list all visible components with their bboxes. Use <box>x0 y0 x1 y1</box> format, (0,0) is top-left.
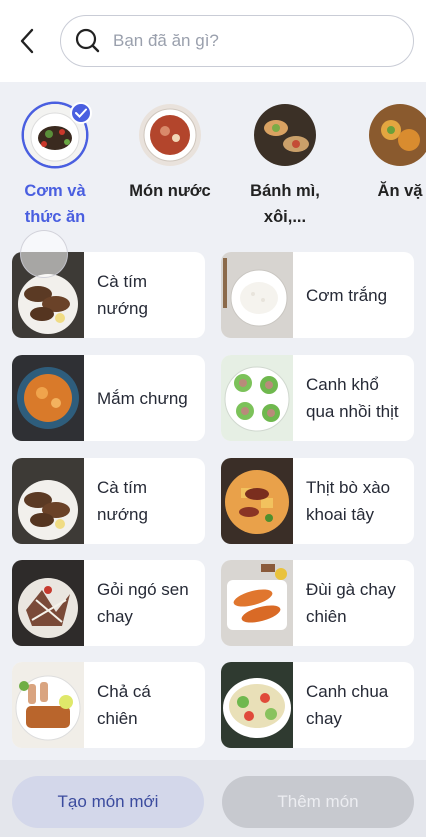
dish-name: Canh khổ qua nhồi thịt <box>293 355 414 441</box>
dish-image <box>221 560 293 646</box>
dish-name-line: Gỏi ngó sen <box>97 580 189 599</box>
category-strip: Cơm và thức ăn Món nước Bánh mì, xôi,...… <box>0 96 426 226</box>
dish-image <box>221 355 293 441</box>
dish-name: Mắm chưng <box>84 355 205 441</box>
touch-indicator <box>20 230 68 278</box>
dish-card[interactable]: Mắm chưng <box>12 355 205 441</box>
category-label-line: Ăn vặ <box>377 182 423 200</box>
dish-name-line: Đùi gà chay <box>306 580 396 599</box>
category-thumbnail <box>254 104 316 166</box>
dish-card[interactable]: Đùi gà chay chiên <box>221 560 414 646</box>
dish-image <box>12 662 84 748</box>
create-dish-button[interactable]: Tạo món mới <box>12 776 204 828</box>
category-label: Cơm và thức ăn <box>24 178 85 226</box>
category-label-line: Món nước <box>129 182 211 200</box>
category-thumbnail <box>139 104 201 166</box>
category-com-va-thuc-an[interactable]: Cơm và thức ăn <box>0 102 110 226</box>
dish-name-line: Canh khổ <box>306 375 379 394</box>
search-input[interactable] <box>113 31 373 51</box>
back-button[interactable] <box>14 26 40 56</box>
dish-name-line: nướng <box>97 299 148 318</box>
bottom-action-bar: Tạo món mới Thêm món <box>0 760 426 837</box>
dish-name: Chả cá chiên <box>84 662 205 748</box>
dish-card[interactable]: Chả cá chiên <box>12 662 205 748</box>
dish-name-line: Cà tím <box>97 478 148 497</box>
dish-name: Đùi gà chay chiên <box>293 560 414 646</box>
dish-name: Thịt bò xào khoai tây <box>293 458 414 544</box>
dish-card[interactable]: Canh chua chay <box>221 662 414 748</box>
dish-image <box>221 662 293 748</box>
dish-name-line: chay <box>97 607 133 626</box>
dish-name-line: Thịt bò xào <box>306 478 391 497</box>
dish-name-line: nướng <box>97 505 148 524</box>
search-bar[interactable] <box>60 15 414 67</box>
dish-name: Canh chua chay <box>293 662 414 748</box>
dish-name-line: qua nhồi thịt <box>306 402 399 421</box>
category-label-line: Cơm và <box>24 182 86 200</box>
category-label: Món nước <box>129 178 210 204</box>
dish-name: Cà tím nướng <box>84 458 205 544</box>
dish-name-line: chay <box>306 709 342 728</box>
dish-name-line: Mắm chưng <box>97 388 188 408</box>
category-banh-mi-xoi[interactable]: Bánh mì, xôi,... <box>230 104 340 226</box>
dish-name-line: Cơm trắng <box>306 285 388 305</box>
dish-name: Cơm trắng <box>293 252 414 338</box>
dish-image <box>12 355 84 441</box>
category-an-vat[interactable]: Ăn vặ <box>345 104 426 204</box>
dish-card[interactable]: Cơm trắng <box>221 252 414 338</box>
food-image <box>254 104 316 166</box>
category-label: Ăn vặ <box>378 178 423 204</box>
dish-name: Gỏi ngó sen chay <box>84 560 205 646</box>
dish-name-line: chiên <box>97 709 138 728</box>
add-dish-button[interactable]: Thêm món <box>222 776 414 828</box>
dish-name-line: Cà tím <box>97 272 148 291</box>
dish-name-line: Chả cá <box>97 682 151 701</box>
dish-card[interactable]: Cà tím nướng <box>12 458 205 544</box>
top-bar <box>0 0 426 82</box>
dish-card[interactable]: Canh khổ qua nhồi thịt <box>221 355 414 441</box>
dish-image <box>221 458 293 544</box>
chevron-left-icon <box>20 28 34 54</box>
dish-name: Cà tím nướng <box>84 252 205 338</box>
category-mon-nuoc[interactable]: Món nước <box>115 104 225 204</box>
category-thumbnail <box>24 102 92 166</box>
dish-card[interactable]: Thịt bò xào khoai tây <box>221 458 414 544</box>
dish-image <box>12 458 84 544</box>
category-thumbnail <box>369 104 426 166</box>
dish-image <box>221 252 293 338</box>
category-label-line: thức ăn <box>24 208 86 226</box>
dish-name-line: Canh chua <box>306 682 389 701</box>
category-label-line: Bánh mì, <box>250 182 320 200</box>
dish-image <box>12 560 84 646</box>
food-image <box>139 104 201 166</box>
selected-check-icon <box>70 102 92 124</box>
dish-name-line: chiên <box>306 607 347 626</box>
search-icon <box>75 28 100 53</box>
dish-card[interactable]: Gỏi ngó sen chay <box>12 560 205 646</box>
dish-name-line: khoai tây <box>306 505 375 524</box>
category-label-line: xôi,... <box>263 208 307 226</box>
category-label: Bánh mì, xôi,... <box>250 178 320 226</box>
food-image <box>369 104 426 166</box>
